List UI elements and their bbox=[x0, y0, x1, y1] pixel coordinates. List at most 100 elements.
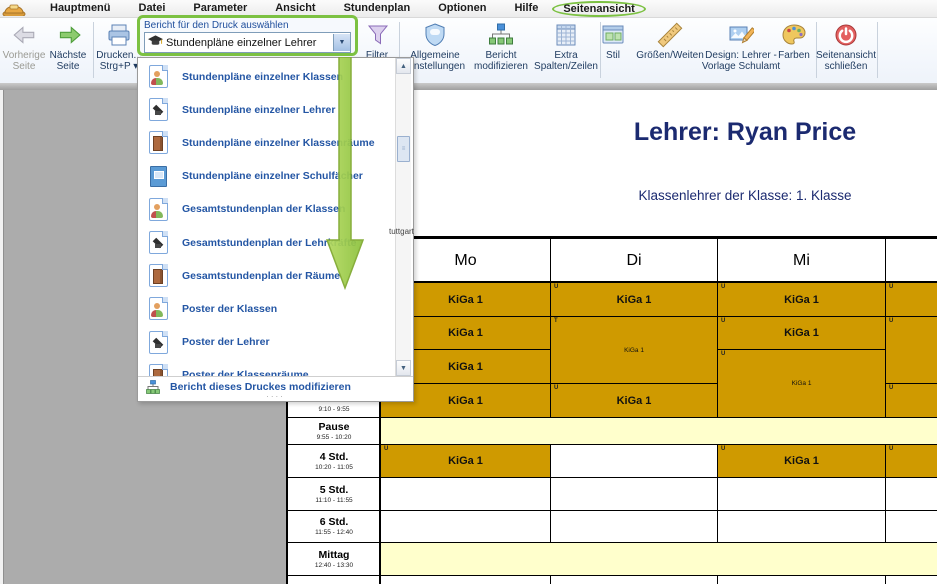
printer-icon bbox=[106, 20, 132, 50]
report-picker-group: Bericht für den Druck auswählen Stundenp… bbox=[137, 15, 358, 56]
school-address-fragment: tuttgart bbox=[389, 227, 414, 236]
empty-cell bbox=[717, 575, 886, 584]
report-picker-label: Bericht für den Druck auswählen bbox=[144, 19, 351, 32]
dropdown-item-label: Gesamtstundenplan der Lehrkräfte bbox=[182, 237, 356, 249]
scroll-up-icon[interactable]: ▲ bbox=[396, 58, 411, 74]
ruler-icon bbox=[657, 20, 683, 50]
lesson-cell: UKiGa 1 bbox=[717, 282, 886, 317]
scrollbar-thumb[interactable]: ≡ bbox=[397, 136, 410, 162]
combobox-dropdown-arrow[interactable]: ▼ bbox=[333, 34, 350, 51]
report-combobox[interactable]: Stundenpläne einzelner Lehrer ▼ bbox=[144, 32, 351, 53]
menu-item-hauptmenü[interactable]: Hauptmenü bbox=[36, 1, 125, 16]
period-label-cell: 5 Std.11:10 - 11:55 bbox=[287, 477, 381, 511]
dropdown-item[interactable]: Gesamtstundenplan der Räume bbox=[138, 259, 396, 292]
empty-cell bbox=[717, 510, 886, 543]
lesson-cell: U bbox=[885, 316, 937, 384]
modify-report-button[interactable]: Bericht modifizieren bbox=[470, 20, 532, 80]
break-band bbox=[380, 542, 937, 576]
dropdown-item-label: Poster der Klassen bbox=[182, 303, 277, 315]
period-label-cell: Mittag12:40 - 13:30 bbox=[287, 542, 381, 576]
previous-page-button[interactable]: Vorherige Seite bbox=[2, 20, 46, 80]
period-label-cell bbox=[287, 575, 381, 584]
extra-columns-rows-button[interactable]: Extra Spalten/Zeilen bbox=[534, 20, 598, 80]
report-dropdown-panel: Stundenpläne einzelner Klassen Stundenplä… bbox=[137, 57, 414, 402]
period-label-cell: 4 Std.10:20 - 11:05 bbox=[287, 444, 381, 478]
dropdown-item[interactable]: Gesamtstundenplan der Klassen bbox=[138, 193, 396, 226]
empty-cell bbox=[550, 444, 718, 478]
page-person-icon bbox=[146, 65, 170, 88]
resize-grip[interactable] bbox=[138, 395, 413, 401]
toolbar-separator bbox=[877, 22, 878, 78]
lesson-cell: UKiGa 1 bbox=[717, 444, 886, 478]
lesson-cell: UKiGa 1 bbox=[380, 444, 551, 478]
power-off-icon bbox=[833, 20, 859, 50]
scroll-down-icon[interactable]: ▼ bbox=[396, 360, 411, 376]
empty-cell bbox=[550, 477, 718, 511]
design-template-button[interactable]: Design: Lehrer - Vorlage Schulamt bbox=[709, 20, 773, 80]
empty-cell bbox=[885, 477, 937, 511]
dropdown-item-label: Stundenpläne einzelner Schulfächer bbox=[182, 170, 363, 182]
org-chart-icon bbox=[488, 20, 514, 50]
app-window: MoDiMiKiGa 1UKiGa 1UKiGa 1UKiGa 1TKiGa 1… bbox=[0, 0, 937, 584]
empty-cell bbox=[380, 575, 551, 584]
menu-item-seitenansicht[interactable]: Seitenansicht bbox=[552, 1, 646, 17]
dropdown-item-label: Poster der Lehrer bbox=[182, 336, 270, 348]
book-icon bbox=[146, 166, 170, 187]
lesson-cell: UKiGa 1 bbox=[550, 282, 718, 317]
dropdown-item-label: Gesamtstundenplan der Räume bbox=[182, 270, 340, 282]
arrow-right-icon bbox=[55, 20, 81, 50]
page-person-icon bbox=[146, 297, 170, 320]
toolbar-separator bbox=[93, 22, 94, 78]
colors-button[interactable]: Farben bbox=[774, 20, 814, 80]
dropdown-scrollbar[interactable]: ▲ ≡ ▼ bbox=[395, 58, 411, 376]
lesson-cell: U bbox=[885, 282, 937, 317]
picture-pencil-icon bbox=[728, 20, 754, 50]
menu-item-parameter[interactable]: Parameter bbox=[179, 1, 261, 16]
menu-item-optionen[interactable]: Optionen bbox=[424, 1, 500, 16]
style-button[interactable]: Stil bbox=[594, 20, 632, 80]
empty-cell bbox=[380, 510, 551, 543]
app-logo-icon[interactable] bbox=[2, 0, 30, 16]
palette-icon bbox=[781, 20, 807, 50]
dropdown-item-label: Poster der Klassenräume bbox=[182, 369, 309, 376]
day-header-cell: Di bbox=[550, 238, 718, 283]
period-label-cell: 6 Std.11:55 - 12:40 bbox=[287, 510, 381, 543]
lesson-cell: U bbox=[885, 383, 937, 418]
empty-cell bbox=[717, 477, 886, 511]
dropdown-item[interactable]: Stundenpläne einzelner Lehrer bbox=[138, 93, 396, 126]
empty-cell bbox=[550, 575, 718, 584]
close-preview-button[interactable]: Seitenansicht schließen bbox=[818, 20, 874, 80]
dropdown-item-label: Stundenpläne einzelner Klassenräume bbox=[182, 137, 375, 149]
next-page-button[interactable]: Nächste Seite bbox=[46, 20, 90, 80]
empty-cell bbox=[885, 575, 937, 584]
dropdown-item[interactable]: Stundenpläne einzelner Schulfächer bbox=[138, 160, 396, 193]
dropdown-item[interactable]: Gesamtstundenplan der Lehrkräfte bbox=[138, 226, 396, 259]
page-door-icon bbox=[146, 364, 170, 376]
dropdown-item[interactable]: Poster der Klassenräume bbox=[138, 359, 396, 376]
dropdown-item[interactable]: Stundenpläne einzelner Klassen bbox=[138, 60, 396, 93]
sizes-widths-button[interactable]: Größen/Weiten bbox=[633, 20, 707, 80]
menu-item-stundenplan[interactable]: Stundenplan bbox=[330, 1, 425, 16]
menu-item-hilfe[interactable]: Hilfe bbox=[500, 1, 552, 16]
arrow-left-icon bbox=[11, 20, 37, 50]
menu-item-datei[interactable]: Datei bbox=[125, 1, 180, 16]
page-gradcap-icon bbox=[146, 98, 170, 121]
dropdown-item-label: Stundenpläne einzelner Klassen bbox=[182, 71, 343, 83]
dropdown-item[interactable]: Stundenpläne einzelner Klassenräume bbox=[138, 126, 396, 159]
break-band bbox=[380, 417, 937, 445]
dropdown-item[interactable]: Poster der Klassen bbox=[138, 292, 396, 325]
lesson-cell: U bbox=[885, 444, 937, 478]
layout-style-icon bbox=[600, 20, 626, 50]
filter-funnel-icon bbox=[364, 20, 390, 50]
page-gradcap-icon bbox=[146, 331, 170, 354]
empty-cell bbox=[380, 477, 551, 511]
modify-report-footer-label: Bericht dieses Druckes modifizieren bbox=[170, 381, 351, 393]
mini-org-chart-icon bbox=[146, 380, 160, 394]
report-dropdown-list: Stundenpläne einzelner Klassen Stundenplä… bbox=[138, 58, 396, 376]
dropdown-item-label: Gesamtstundenplan der Klassen bbox=[182, 203, 345, 215]
lesson-cell: TKiGa 1 bbox=[550, 316, 718, 384]
print-button[interactable]: Drucken... Strg+P ▾ bbox=[97, 20, 141, 80]
menu-item-ansicht[interactable]: Ansicht bbox=[261, 1, 329, 16]
page-door-icon bbox=[146, 264, 170, 287]
dropdown-item[interactable]: Poster der Lehrer bbox=[138, 326, 396, 359]
